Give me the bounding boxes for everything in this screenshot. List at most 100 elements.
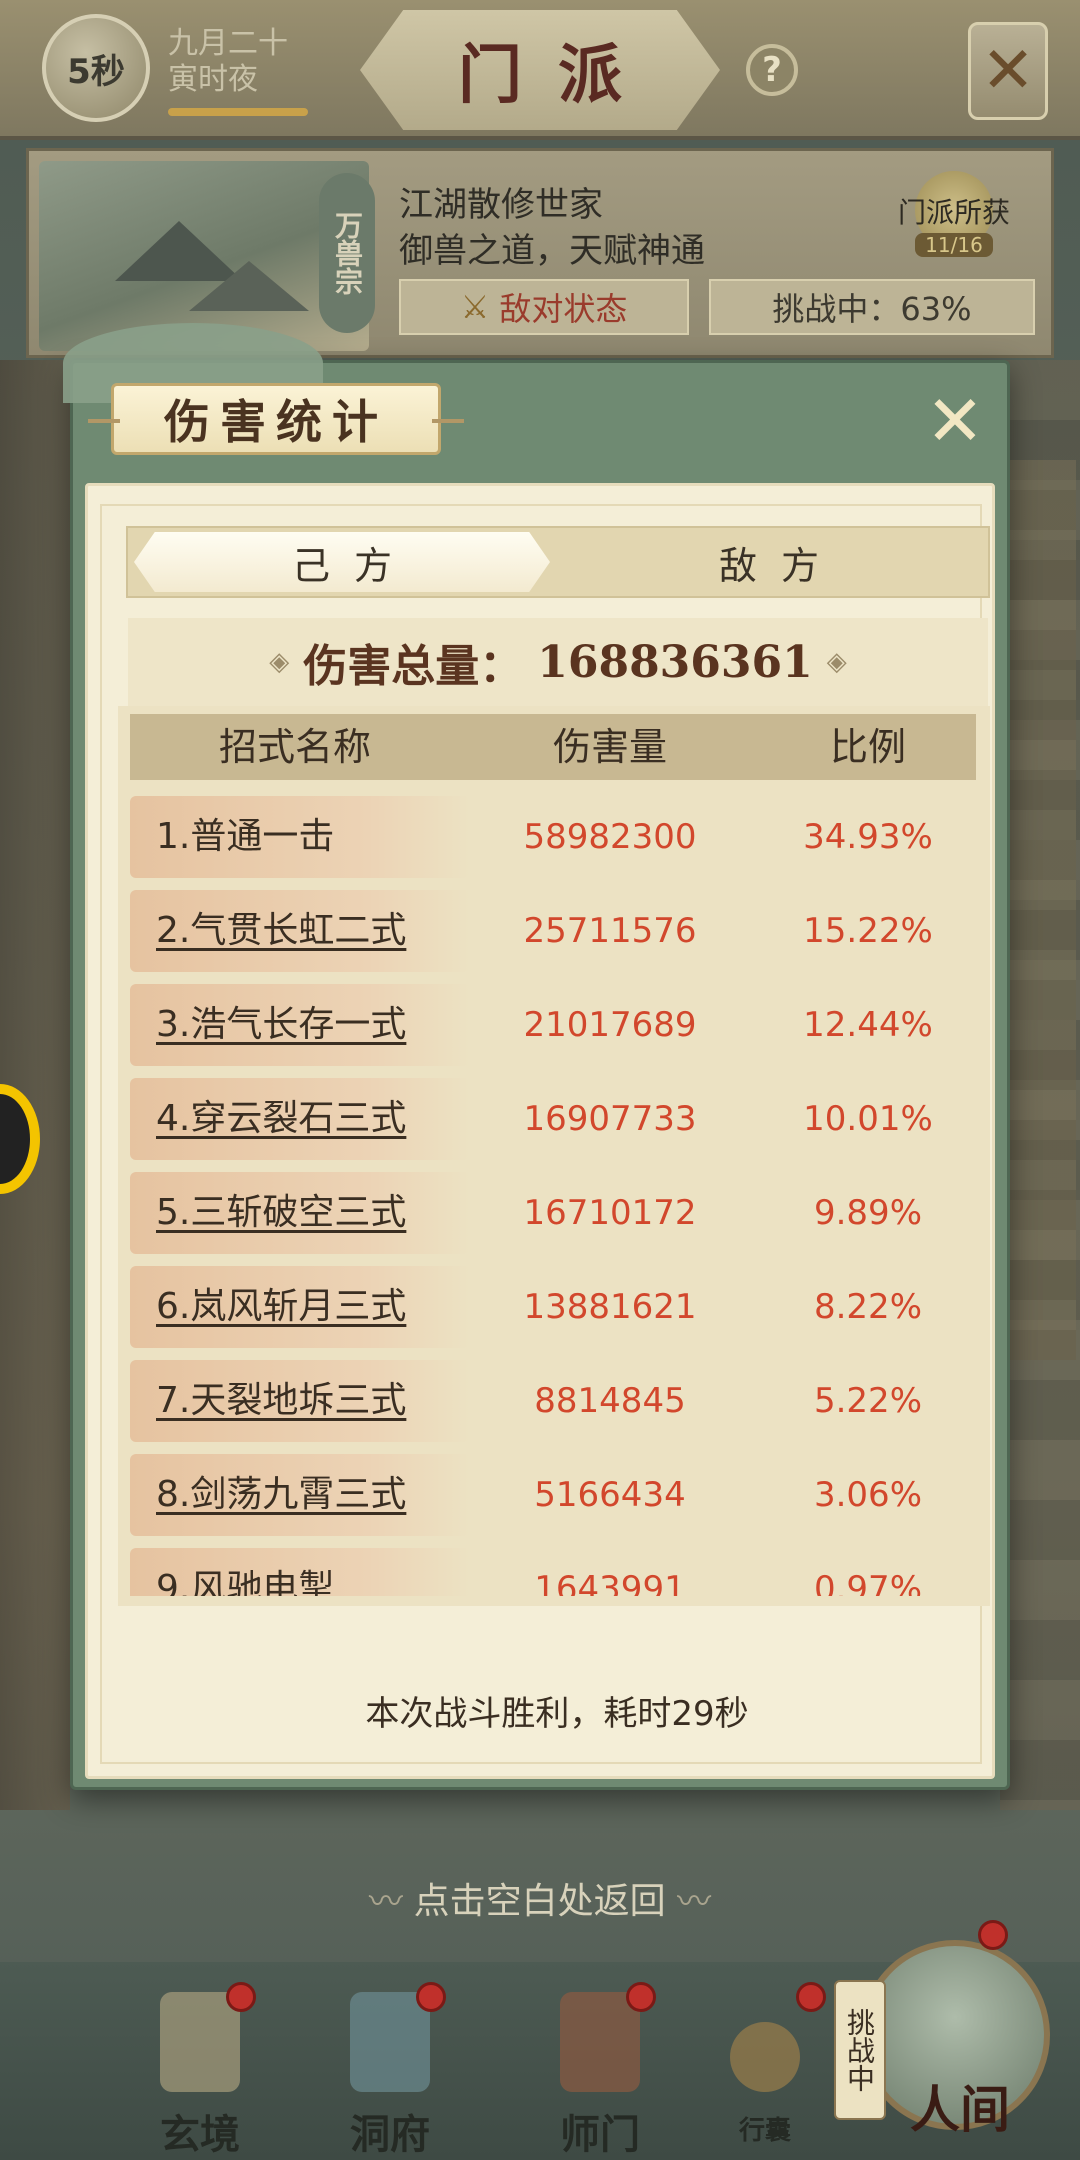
table-row: 7.天裂地坼三式 8814845 5.22%: [130, 1360, 976, 1442]
nav-shimen[interactable]: 师门: [530, 1982, 670, 2158]
header-ratio: 比例: [829, 725, 906, 769]
sect-gains-button[interactable]: 门派所获 11/16: [879, 171, 1029, 271]
sect-description-1: 江湖散修世家: [399, 185, 603, 225]
table-rows[interactable]: 1.普通一击 58982300 34.93% 2.气贯长虹二式 25711576…: [130, 796, 976, 1596]
battle-result-text: 本次战斗胜利，耗时29秒: [365, 1694, 749, 1734]
skill-ratio: 0.97%: [813, 1569, 922, 1596]
skill-ratio: 5.22%: [813, 1381, 922, 1421]
nav-renjian-button[interactable]: 挑战中 人间: [834, 1920, 1060, 2150]
skill-name-link[interactable]: 6.岚风斩月三式: [156, 1266, 406, 1348]
skill-name-link[interactable]: 5.三斩破空三式: [156, 1172, 406, 1254]
skill-damage: 1643991: [534, 1569, 686, 1596]
table-row: 1.普通一击 58982300 34.93%: [130, 796, 976, 878]
table-row: 6.岚风斩月三式 13881621 8.22%: [130, 1266, 976, 1348]
total-damage-banner: ◈ 伤害总量： 168836361 ◈: [128, 618, 988, 706]
nav-xingnang[interactable]: 行囊: [700, 1982, 830, 2152]
time-progress-bar: [168, 108, 308, 116]
side-tabs: 己方 敌方: [126, 526, 990, 598]
date-line-1: 九月二十: [168, 26, 288, 61]
challenge-in-progress-tag: 挑战中: [834, 1980, 886, 2120]
table-row: 9.风驰电掣 1643991 0.97%: [130, 1548, 976, 1596]
skill-damage: 8814845: [534, 1381, 686, 1421]
damage-table[interactable]: 招式名称 伤害量 比例 1.普通一击 58982300 34.93% 2.气贯长…: [118, 706, 990, 1606]
table-row: 3.浩气长存一式 21017689 12.44%: [130, 984, 976, 1066]
page-title: 门派: [458, 38, 658, 113]
nav-xingnang-label: 行囊: [738, 2116, 791, 2146]
notification-dot: [978, 1920, 1008, 1950]
total-damage-value: 168836361: [537, 636, 813, 688]
nav-shimen-label: 师门: [560, 2111, 640, 2158]
nav-dongfu[interactable]: 洞府: [320, 1982, 460, 2158]
skill-ratio: 12.44%: [803, 1005, 933, 1045]
modal-title: 伤害统计: [164, 395, 388, 449]
skill-ratio: 34.93%: [803, 817, 933, 857]
notification-dot: [226, 1982, 256, 2012]
header-skill-name: 招式名称: [218, 725, 371, 769]
table-row: 5.三斩破空三式 16710172 9.89%: [130, 1172, 976, 1254]
notification-dot: [796, 1982, 826, 2012]
notification-dot: [626, 1982, 656, 2012]
damage-stats-modal: 伤害统计 ✕ 己方 敌方 ◈ 伤害总量： 168836361 ◈ 招式名称 伤害…: [63, 323, 1010, 1790]
pouch-icon: [730, 2022, 800, 2092]
skill-name-link[interactable]: 2.气贯长虹二式: [156, 890, 406, 972]
date-display: 九月二十 寅时夜: [168, 26, 288, 98]
close-icon: ✕: [981, 34, 1035, 108]
nav-xuanjing-label: 玄境: [160, 2111, 240, 2158]
skill-name-link[interactable]: 7.天裂地坼三式: [156, 1360, 406, 1442]
return-hint-label: 点击空白处返回: [413, 1881, 666, 1922]
tab-enemy-side[interactable]: 敌方: [552, 532, 986, 592]
scene-building-decoration: [1006, 460, 1076, 1360]
question-icon: ?: [762, 50, 782, 90]
lantern-icon: [350, 1992, 430, 2092]
skill-damage: 16710172: [523, 1193, 697, 1233]
page-title-plaque: 门派: [360, 10, 720, 130]
challenge-progress-badge: 挑战中：63%: [709, 279, 1035, 335]
banner-icon: [560, 1992, 640, 2092]
skill-damage: 5166434: [534, 1475, 686, 1515]
skill-damage: 21017689: [523, 1005, 697, 1045]
crossed-swords-icon: ⚔: [460, 288, 490, 326]
skill-ratio: 9.89%: [813, 1193, 922, 1233]
nav-xuanjing[interactable]: 玄境: [130, 1982, 270, 2158]
help-button[interactable]: ?: [746, 44, 798, 96]
skill-damage: 25711576: [523, 911, 697, 951]
skill-name-link[interactable]: 3.浩气长存一式: [156, 984, 406, 1066]
diamond-ornament-icon: ◈: [269, 647, 290, 677]
table-header: 招式名称 伤害量 比例: [130, 714, 976, 780]
skill-ratio: 3.06%: [813, 1475, 922, 1515]
return-hint[interactable]: 〰 点击空白处返回 〰: [0, 1872, 1080, 1924]
sect-gains-label: 门派所获: [897, 196, 1010, 229]
tab-own-side[interactable]: 己方: [134, 532, 550, 592]
skill-ratio: 15.22%: [803, 911, 933, 951]
notification-dot: [416, 1982, 446, 2012]
sect-gains-count: 11/16: [915, 233, 993, 257]
close-page-button[interactable]: ✕: [968, 22, 1048, 120]
diamond-ornament-icon: ◈: [826, 647, 847, 677]
table-row: 8.剑荡九霄三式 5166434 3.06%: [130, 1454, 976, 1536]
nav-dongfu-label: 洞府: [350, 2111, 430, 2158]
total-damage-label: 伤害总量：: [303, 641, 524, 692]
modal-close-button[interactable]: ✕: [923, 386, 987, 456]
scroll-icon: [160, 1992, 240, 2092]
timer-badge: 5秒: [42, 14, 150, 122]
nav-renjian-label: 人间: [910, 2080, 1010, 2139]
modal-title-plaque: 伤害统计: [88, 383, 464, 455]
skill-damage: 58982300: [523, 817, 697, 857]
skill-ratio: 8.22%: [813, 1287, 922, 1327]
date-line-2: 寅时夜: [168, 62, 258, 97]
pavilion-roof-icon: [115, 221, 243, 281]
header-damage: 伤害量: [552, 725, 667, 769]
skill-name: 9.风驰电掣: [156, 1568, 335, 1596]
table-row: 4.穿云裂石三式 16907733 10.01%: [130, 1078, 976, 1160]
table-row: 2.气贯长虹二式 25711576 15.22%: [130, 890, 976, 972]
sect-description-2: 御兽之道，天赋神通: [399, 231, 705, 271]
skill-damage: 13881621: [523, 1287, 697, 1327]
skill-name-link[interactable]: 4.穿云裂石三式: [156, 1078, 406, 1160]
skill-ratio: 10.01%: [803, 1099, 933, 1139]
skill-name: 1.普通一击: [156, 816, 335, 857]
hostile-status-badge[interactable]: ⚔ 敌对状态: [399, 279, 689, 335]
skill-name-link[interactable]: 8.剑荡九霄三式: [156, 1454, 406, 1536]
cloud-curl-left-icon: 〰: [368, 1882, 414, 1922]
cloud-curl-right-icon: 〰: [677, 1882, 712, 1922]
modal-content-panel: 己方 敌方 ◈ 伤害总量： 168836361 ◈ 招式名称 伤害量 比例 1.…: [85, 483, 995, 1779]
